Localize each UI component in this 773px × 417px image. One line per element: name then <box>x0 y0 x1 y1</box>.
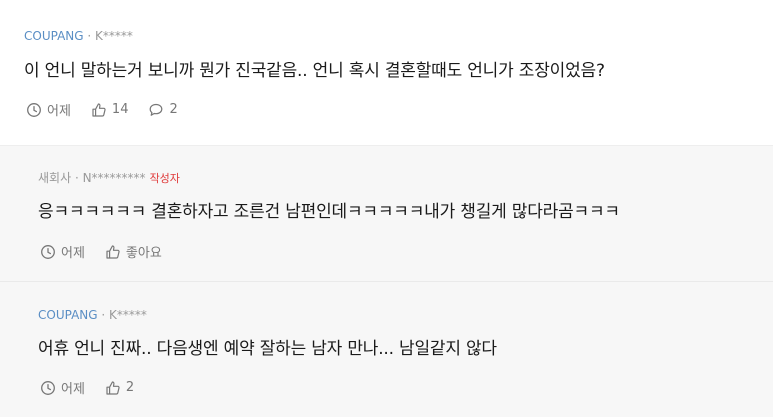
comment-author[interactable]: K***** <box>95 29 133 43</box>
comment-item: COUPANG · K***** 이 언니 말하는거 보니까 뭔가 진국같음..… <box>0 0 773 146</box>
clock-icon <box>41 380 55 395</box>
comment-meta: COUPANG · K***** <box>38 307 147 323</box>
comment-time: 어제 <box>26 100 71 119</box>
thumbs-up-icon <box>106 380 120 395</box>
comment-time: 어제 <box>40 242 85 261</box>
comment-text: 이 언니 말하는거 보니까 뭔가 진국같음.. 언니 혹시 결혼할때도 언니가 … <box>24 61 605 81</box>
meta-separator: · <box>83 29 96 43</box>
meta-separator: · <box>71 171 83 185</box>
comment-meta: 새회사 · N********* 작성자 <box>38 170 180 187</box>
thumbs-up-icon <box>106 244 120 259</box>
comment-actions: 어제 좋아요 <box>40 242 182 261</box>
like-button[interactable]: 좋아요 <box>105 242 162 261</box>
comment-time: 어제 <box>40 378 85 397</box>
like-count: 14 <box>111 102 129 117</box>
meta-separator: · <box>97 308 110 322</box>
comment-text: 어휴 언니 진짜.. 다음생엔 예약 잘하는 남자 만나... 남일같지 않다 <box>38 339 497 359</box>
clock-icon <box>41 244 55 259</box>
comment-author[interactable]: K***** <box>109 308 147 322</box>
reply-button[interactable]: 2 <box>148 102 178 118</box>
comment-actions: 어제 14 2 <box>26 100 198 119</box>
comment-source: COUPANG <box>38 308 98 322</box>
like-button[interactable]: 2 <box>105 380 134 396</box>
comment-actions: 어제 2 <box>40 378 154 397</box>
comment-source: COUPANG <box>24 29 84 43</box>
reply-item: COUPANG · K***** 어휴 언니 진짜.. 다음생엔 예약 잘하는 … <box>0 282 773 417</box>
reply-item: 새회사 · N********* 작성자 응ㅋㅋㅋㅋㅋㅋ 결혼하자고 조른건 남편… <box>0 146 773 282</box>
comment-author[interactable]: N********* <box>83 171 146 185</box>
like-label: 좋아요 <box>125 246 162 261</box>
like-count: 2 <box>125 380 135 395</box>
speech-bubble-icon <box>150 103 163 116</box>
time-label: 어제 <box>47 104 71 119</box>
reply-count: 2 <box>169 102 178 117</box>
time-label: 어제 <box>61 382 85 397</box>
like-button[interactable]: 14 <box>91 102 129 118</box>
clock-icon <box>27 102 41 117</box>
comment-text: 응ㅋㅋㅋㅋㅋㅋ 결혼하자고 조른건 남편인데ㅋㅋㅋㅋㅋ내가 챙길게 많다라곰ㅋㅋ… <box>38 202 620 222</box>
author-badge: 작성자 <box>149 172 180 185</box>
time-label: 어제 <box>61 246 85 261</box>
comment-source: 새회사 <box>38 171 72 185</box>
comment-meta: COUPANG · K***** <box>24 28 133 44</box>
thumbs-up-icon <box>92 102 106 117</box>
